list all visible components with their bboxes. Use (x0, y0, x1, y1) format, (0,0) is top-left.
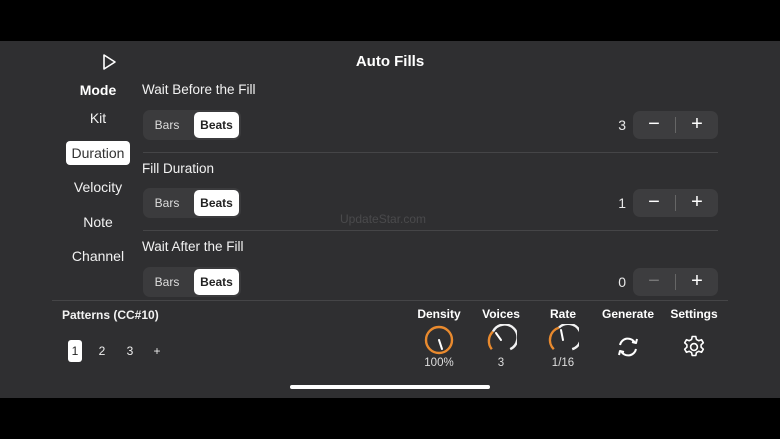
unit-option-beats[interactable]: Beats (194, 190, 239, 216)
unit-option-beats[interactable]: Beats (194, 112, 239, 138)
fill-duration-value: 1 (618, 195, 626, 211)
wait-after-stepper: − + (633, 268, 718, 296)
mode-item-duration[interactable]: Duration (66, 141, 130, 165)
settings-label: Settings (670, 307, 718, 321)
pattern-item-2[interactable]: 2 (95, 340, 109, 362)
decrement-button[interactable]: − (633, 189, 675, 217)
mode-item-channel[interactable]: Channel (66, 244, 130, 268)
mode-item-kit[interactable]: Kit (66, 106, 130, 130)
app-screen: Auto Fills Mode Kit Duration Velocity No… (0, 41, 780, 398)
rate-value: 1/16 (551, 357, 575, 369)
unit-segmented-control: Bars Beats (143, 267, 241, 297)
density-knob[interactable] (423, 324, 455, 356)
unit-option-bars[interactable]: Bars (145, 269, 189, 295)
gear-icon[interactable] (681, 334, 707, 360)
decrement-button[interactable]: − (633, 111, 675, 139)
wait-before-value: 3 (618, 117, 626, 133)
unit-segmented-control: Bars Beats (143, 188, 241, 218)
pattern-item-1[interactable]: 1 (68, 340, 82, 362)
generate-label: Generate (601, 307, 655, 321)
pattern-item-3[interactable]: 3 (123, 340, 137, 362)
increment-button[interactable]: + (676, 268, 718, 296)
refresh-icon[interactable] (615, 334, 641, 360)
mode-item-velocity[interactable]: Velocity (66, 175, 130, 199)
unit-option-bars[interactable]: Bars (145, 190, 189, 216)
mode-heading: Mode (79, 82, 117, 98)
section-divider (143, 152, 718, 153)
voices-knob[interactable] (485, 324, 517, 356)
patterns-title: Patterns (CC#10) (62, 308, 159, 322)
page-title: Auto Fills (355, 53, 425, 70)
voices-value: 3 (497, 357, 505, 369)
fill-duration-stepper: − + (633, 189, 718, 217)
rate-knob[interactable] (547, 324, 579, 356)
rate-label: Rate (549, 307, 576, 321)
bottom-divider (52, 300, 728, 301)
watermark: UpdateStar.com (340, 212, 427, 226)
wait-after-value: 0 (618, 274, 626, 290)
section-title-fill-duration: Fill Duration (142, 161, 215, 176)
density-label: Density (417, 307, 461, 321)
unit-option-beats[interactable]: Beats (194, 269, 239, 295)
section-title-wait-before: Wait Before the Fill (142, 82, 256, 97)
voices-label: Voices (482, 307, 520, 321)
add-pattern-button[interactable]: + (150, 340, 164, 362)
section-divider (143, 230, 718, 231)
wait-before-stepper: − + (633, 111, 718, 139)
unit-segmented-control: Bars Beats (143, 110, 241, 140)
decrement-button[interactable]: − (633, 268, 675, 296)
home-indicator (290, 385, 490, 389)
unit-option-bars[interactable]: Bars (145, 112, 189, 138)
increment-button[interactable]: + (676, 189, 718, 217)
density-value: 100% (424, 357, 454, 369)
mode-item-note[interactable]: Note (66, 210, 130, 234)
section-title-wait-after: Wait After the Fill (142, 239, 244, 254)
increment-button[interactable]: + (676, 111, 718, 139)
